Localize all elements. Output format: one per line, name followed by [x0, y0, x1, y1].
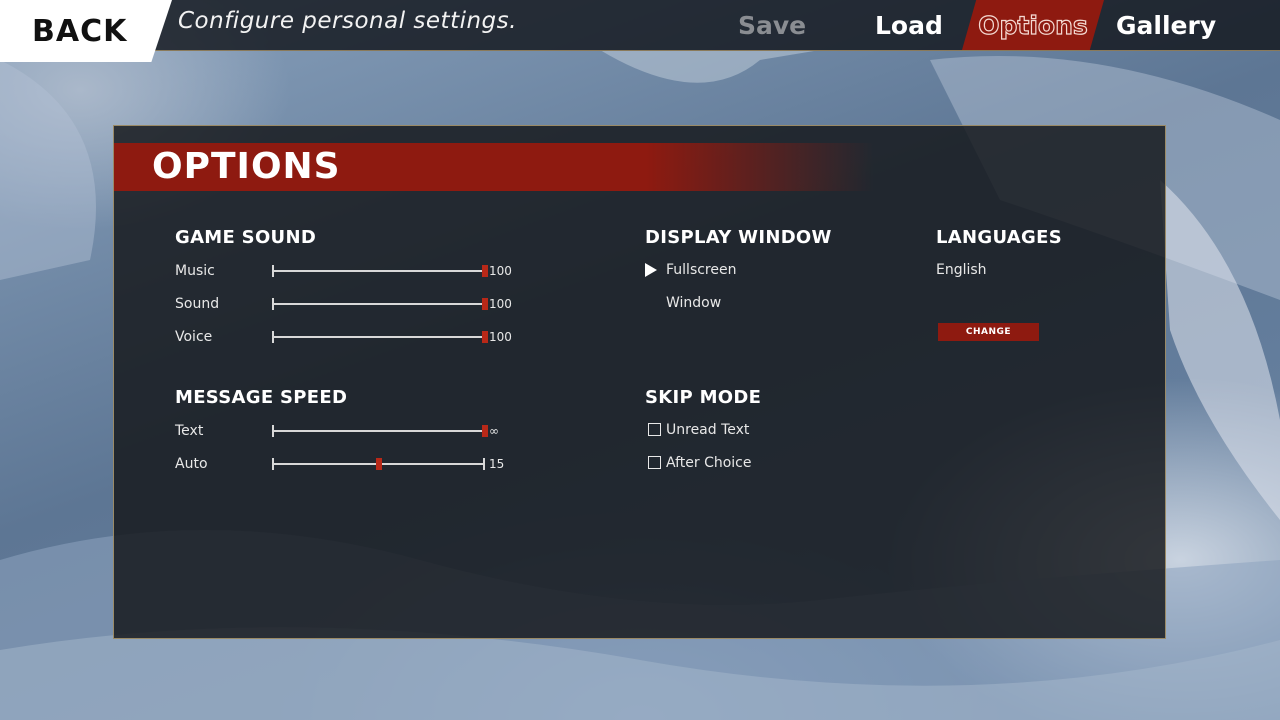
triangle-right-icon	[645, 263, 657, 277]
nav-options-tab[interactable]: Options	[962, 0, 1104, 50]
sound-label: Sound	[175, 296, 220, 312]
voice-slider-handle[interactable]	[482, 331, 488, 343]
back-button[interactable]: BACK	[0, 0, 172, 62]
skip-mode-heading: SKIP MODE	[645, 387, 762, 408]
text-speed-slider-handle[interactable]	[482, 425, 488, 437]
current-language: English	[936, 262, 987, 278]
music-slider[interactable]	[272, 264, 488, 278]
voice-value: 100	[489, 330, 512, 344]
top-navigation-bar: Configure personal settings. Save Load O…	[0, 0, 1280, 51]
languages-heading: LANGUAGES	[936, 227, 1062, 248]
text-speed-slider[interactable]	[272, 424, 488, 438]
nav-load-button[interactable]: Load	[875, 0, 943, 50]
fullscreen-option[interactable]: Fullscreen	[666, 262, 736, 278]
options-panel: OPTIONS GAME SOUND Music 100 Sound 100 V…	[113, 125, 1166, 639]
screen-subtitle: Configure personal settings.	[178, 8, 517, 34]
voice-slider[interactable]	[272, 330, 488, 344]
text-speed-label: Text	[175, 423, 204, 439]
display-window-heading: DISPLAY WINDOW	[645, 227, 832, 248]
change-language-button[interactable]: CHANGE	[938, 323, 1039, 341]
sound-value: 100	[489, 297, 512, 311]
auto-speed-slider-handle[interactable]	[375, 458, 382, 470]
message-speed-heading: MESSAGE SPEED	[175, 387, 348, 408]
voice-label: Voice	[175, 329, 213, 345]
auto-speed-slider[interactable]	[272, 457, 485, 471]
nav-options-label: Options	[978, 10, 1089, 40]
nav-gallery-button[interactable]: Gallery	[1116, 0, 1216, 50]
after-choice-label[interactable]: After Choice	[666, 455, 751, 471]
game-sound-heading: GAME SOUND	[175, 227, 317, 248]
text-speed-value: ∞	[489, 424, 499, 438]
unread-text-checkbox[interactable]	[648, 423, 661, 436]
sound-slider[interactable]	[272, 297, 488, 311]
auto-speed-label: Auto	[175, 456, 208, 472]
music-slider-handle[interactable]	[482, 265, 488, 277]
unread-text-label[interactable]: Unread Text	[666, 422, 749, 438]
nav-save-button[interactable]: Save	[738, 0, 806, 50]
auto-speed-value: 15	[489, 457, 505, 471]
after-choice-checkbox[interactable]	[648, 456, 661, 469]
panel-title: OPTIONS	[152, 146, 341, 187]
window-option[interactable]: Window	[666, 295, 721, 311]
music-label: Music	[175, 263, 215, 279]
music-value: 100	[489, 264, 512, 278]
sound-slider-handle[interactable]	[482, 298, 488, 310]
